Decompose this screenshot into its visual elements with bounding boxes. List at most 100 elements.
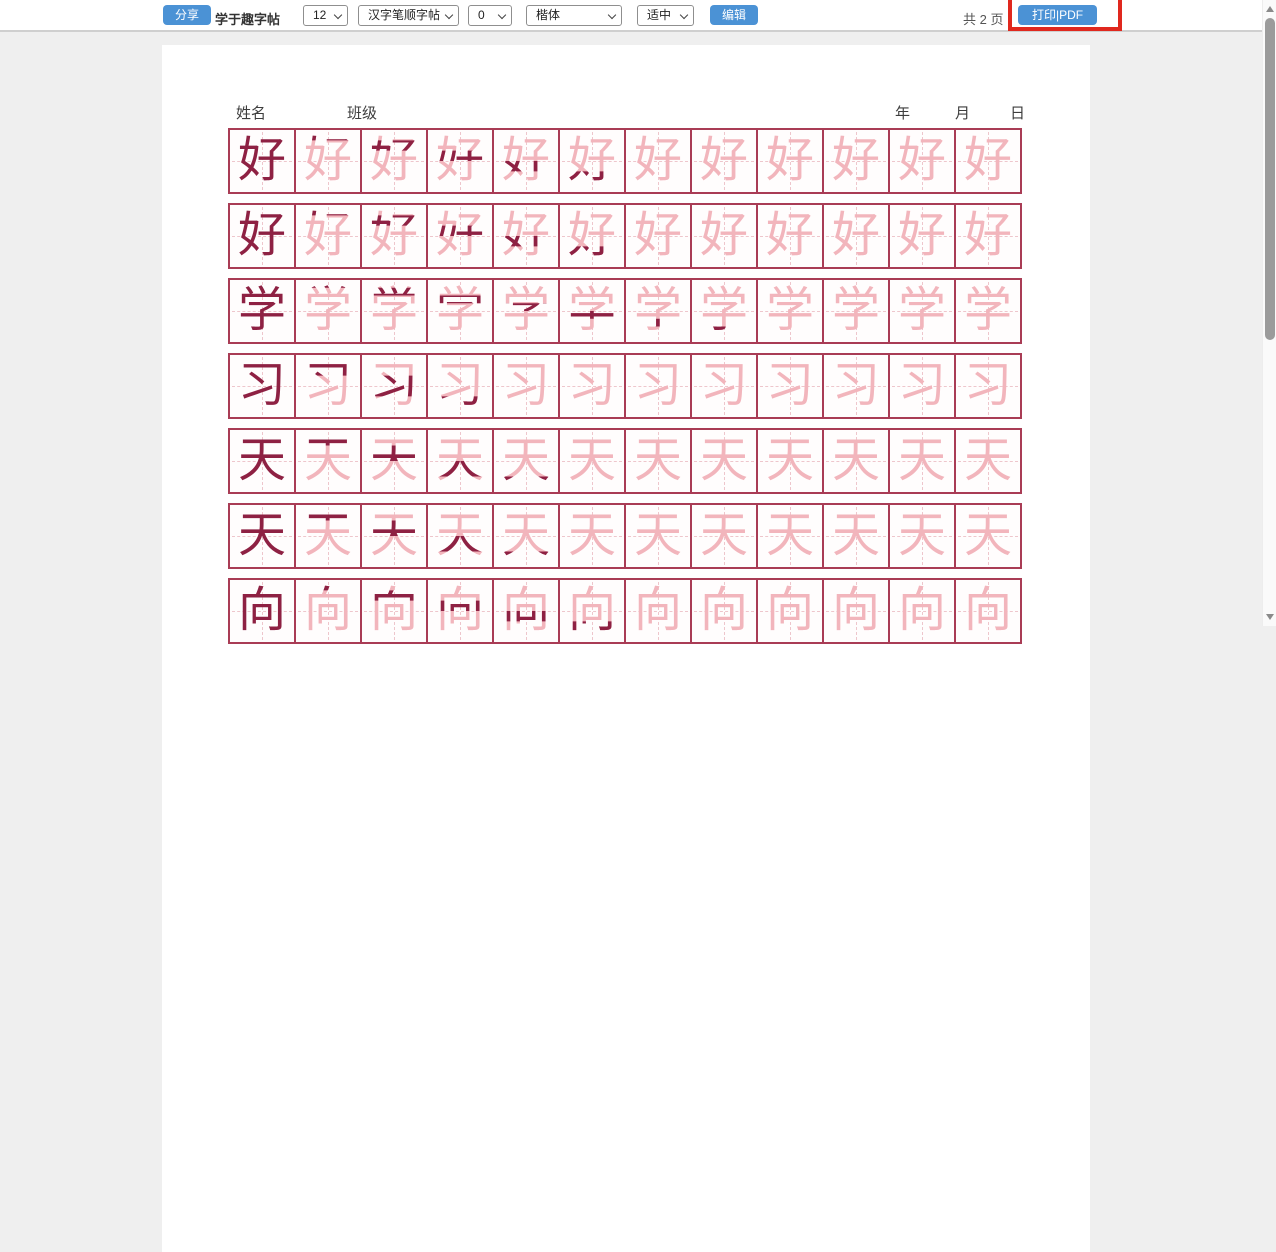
toolbar: 分享 学于趣字帖 12 汉字笔顺字帖 0 楷体 适中 编辑 共 2 页 打印|P… xyxy=(0,0,1262,32)
chevron-down-icon xyxy=(334,11,342,19)
practice-cell: 天天 xyxy=(294,503,362,569)
chevron-down-icon xyxy=(608,11,616,19)
trace-glyph: 习 xyxy=(692,355,756,417)
practice-cell: 习 xyxy=(822,353,890,419)
practice-cell: 好好 xyxy=(492,128,560,194)
offset-select[interactable]: 0 xyxy=(468,5,512,26)
stroke-step-base-glyph: 学 xyxy=(626,280,690,342)
practice-row: 学学学学学学学学学学学学学学学学学学学学 xyxy=(228,278,1022,344)
practice-cell: 好 xyxy=(756,203,824,269)
practice-cell: 习 xyxy=(228,353,296,419)
stroke-step-base-glyph: 学 xyxy=(296,280,360,342)
character-glyph: 好 xyxy=(230,205,294,267)
chevron-down-icon xyxy=(680,11,688,19)
practice-cell: 学 xyxy=(228,278,296,344)
density-select-value: 适中 xyxy=(647,8,671,22)
trace-glyph: 好 xyxy=(890,130,954,192)
stroke-step-base-glyph: 向 xyxy=(428,580,492,642)
practice-row: 天天天天天天天天天天天天天天天天 xyxy=(228,503,1022,569)
practice-cell: 好 xyxy=(822,203,890,269)
print-pdf-button[interactable]: 打印|PDF xyxy=(1018,5,1097,25)
stroke-step-base-glyph: 学 xyxy=(494,280,558,342)
practice-cell: 好好 xyxy=(360,128,428,194)
trace-glyph: 天 xyxy=(956,505,1020,567)
vertical-scrollbar[interactable] xyxy=(1262,0,1276,626)
practice-cell: 学 xyxy=(888,278,956,344)
scroll-down-button[interactable] xyxy=(1263,610,1276,624)
character-glyph: 向 xyxy=(230,580,294,642)
trace-glyph: 向 xyxy=(890,580,954,642)
template-select[interactable]: 汉字笔顺字帖 xyxy=(358,5,459,26)
page-count: 共 2 页 xyxy=(963,9,1003,28)
trace-glyph: 好 xyxy=(758,205,822,267)
stroke-step-base-glyph: 学 xyxy=(428,280,492,342)
trace-glyph: 天 xyxy=(758,505,822,567)
practice-cell: 学 xyxy=(954,278,1022,344)
practice-cell: 天 xyxy=(690,428,758,494)
practice-cell: 向 xyxy=(690,578,758,644)
practice-cell: 向向 xyxy=(624,578,692,644)
practice-cell: 天 xyxy=(690,503,758,569)
practice-cell: 天天 xyxy=(294,428,362,494)
trace-glyph: 向 xyxy=(824,580,888,642)
practice-cell: 天 xyxy=(558,503,626,569)
trace-glyph: 习 xyxy=(758,355,822,417)
practice-row: 向向向向向向向向向向向向向向向向向向 xyxy=(228,578,1022,644)
trace-glyph: 习 xyxy=(890,355,954,417)
practice-cell: 学学 xyxy=(690,278,758,344)
practice-cell: 向 xyxy=(756,578,824,644)
trace-glyph: 天 xyxy=(758,430,822,492)
practice-cell: 好好 xyxy=(360,203,428,269)
scrollbar-thumb[interactable] xyxy=(1265,18,1275,340)
trace-glyph: 好 xyxy=(758,130,822,192)
edit-button[interactable]: 编辑 xyxy=(710,5,758,25)
practice-cell: 好好 xyxy=(558,128,626,194)
character-glyph: 天 xyxy=(230,430,294,492)
scroll-up-button[interactable] xyxy=(1263,2,1276,16)
practice-cell: 好 xyxy=(756,128,824,194)
share-button[interactable]: 分享 xyxy=(163,5,211,25)
practice-cell: 好 xyxy=(690,203,758,269)
font-size-select-value: 12 xyxy=(313,8,326,22)
practice-cell: 好 xyxy=(228,128,296,194)
practice-cell: 习习 xyxy=(426,353,494,419)
stroke-step-base-glyph: 天 xyxy=(362,505,426,567)
practice-cell: 天 xyxy=(624,503,692,569)
practice-cell: 习习 xyxy=(360,353,428,419)
practice-cell: 天天 xyxy=(360,428,428,494)
practice-cell: 向向 xyxy=(426,578,494,644)
practice-cell: 好好 xyxy=(492,203,560,269)
character-glyph: 天 xyxy=(230,505,294,567)
stroke-step-base-glyph: 向 xyxy=(362,580,426,642)
practice-cell: 天天 xyxy=(426,503,494,569)
practice-cell: 好好 xyxy=(426,203,494,269)
practice-cell: 天 xyxy=(756,428,824,494)
stroke-step-base-glyph: 学 xyxy=(758,280,822,342)
font-size-select[interactable]: 12 xyxy=(303,5,348,26)
font-family-select[interactable]: 楷体 xyxy=(526,5,622,26)
stroke-step-base-glyph: 向 xyxy=(560,580,624,642)
practice-cell: 向 xyxy=(228,578,296,644)
trace-glyph: 学 xyxy=(890,280,954,342)
practice-cell: 向 xyxy=(888,578,956,644)
practice-cell: 学学 xyxy=(294,278,362,344)
density-select[interactable]: 适中 xyxy=(637,5,694,26)
practice-cell: 好 xyxy=(954,128,1022,194)
practice-cell: 天 xyxy=(822,503,890,569)
trace-glyph: 习 xyxy=(560,355,624,417)
trace-glyph: 学 xyxy=(824,280,888,342)
character-glyph: 好 xyxy=(230,130,294,192)
name-label: 姓名 xyxy=(236,102,266,123)
stroke-step-base-glyph: 天 xyxy=(362,430,426,492)
practice-cell: 好 xyxy=(888,203,956,269)
practice-row: 天天天天天天天天天天天天天天天天 xyxy=(228,428,1022,494)
trace-glyph: 好 xyxy=(692,130,756,192)
year-label: 年 xyxy=(895,102,910,123)
app-title: 学于趣字帖 xyxy=(215,9,280,28)
practice-cell: 习 xyxy=(624,353,692,419)
font-family-select-value: 楷体 xyxy=(536,8,560,22)
trace-glyph: 好 xyxy=(890,205,954,267)
practice-cell: 天 xyxy=(888,503,956,569)
practice-cell: 天天 xyxy=(426,428,494,494)
practice-grid: 好好好好好好好好好好好好好好好好好好好好好好好好好好好好好好好好好好好好学学学学… xyxy=(228,128,1022,653)
